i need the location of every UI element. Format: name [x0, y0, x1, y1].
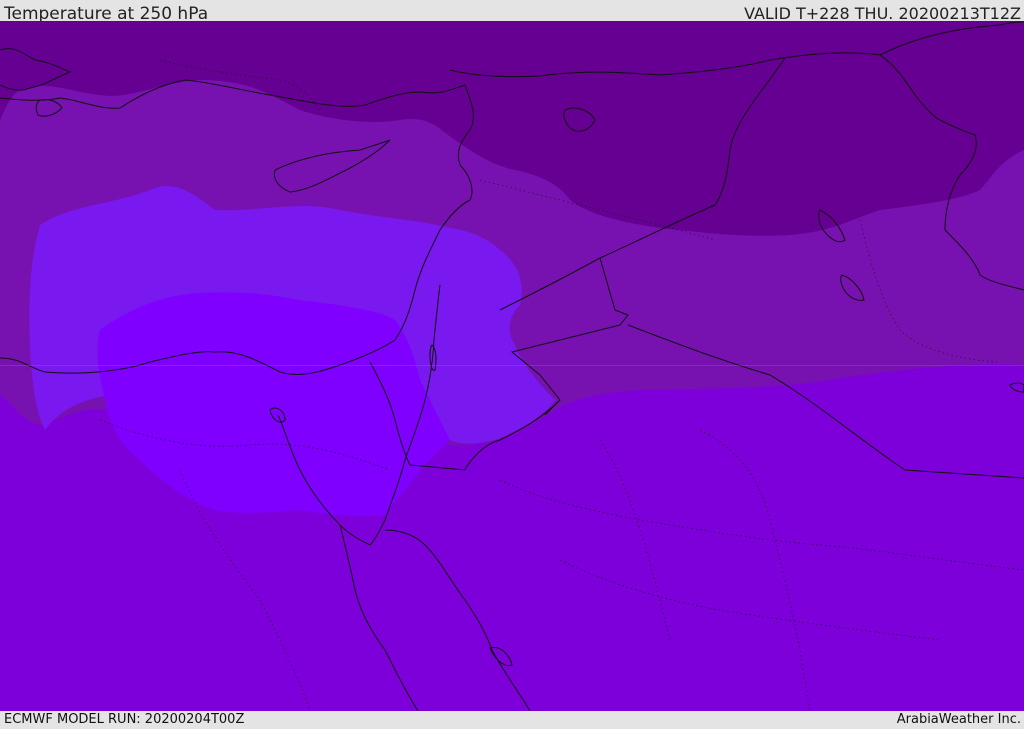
header-bar: Temperature at 250 hPa VALID T+228 THU. … [0, 0, 1024, 24]
footer-bar: ECMWF MODEL RUN: 20200204T00Z ArabiaWeat… [0, 711, 1024, 729]
map-canvas [0, 21, 1024, 711]
temperature-map[interactable] [0, 21, 1024, 711]
model-run: ECMWF MODEL RUN: 20200204T00Z [4, 712, 245, 727]
credit: ArabiaWeather Inc. [896, 712, 1021, 727]
